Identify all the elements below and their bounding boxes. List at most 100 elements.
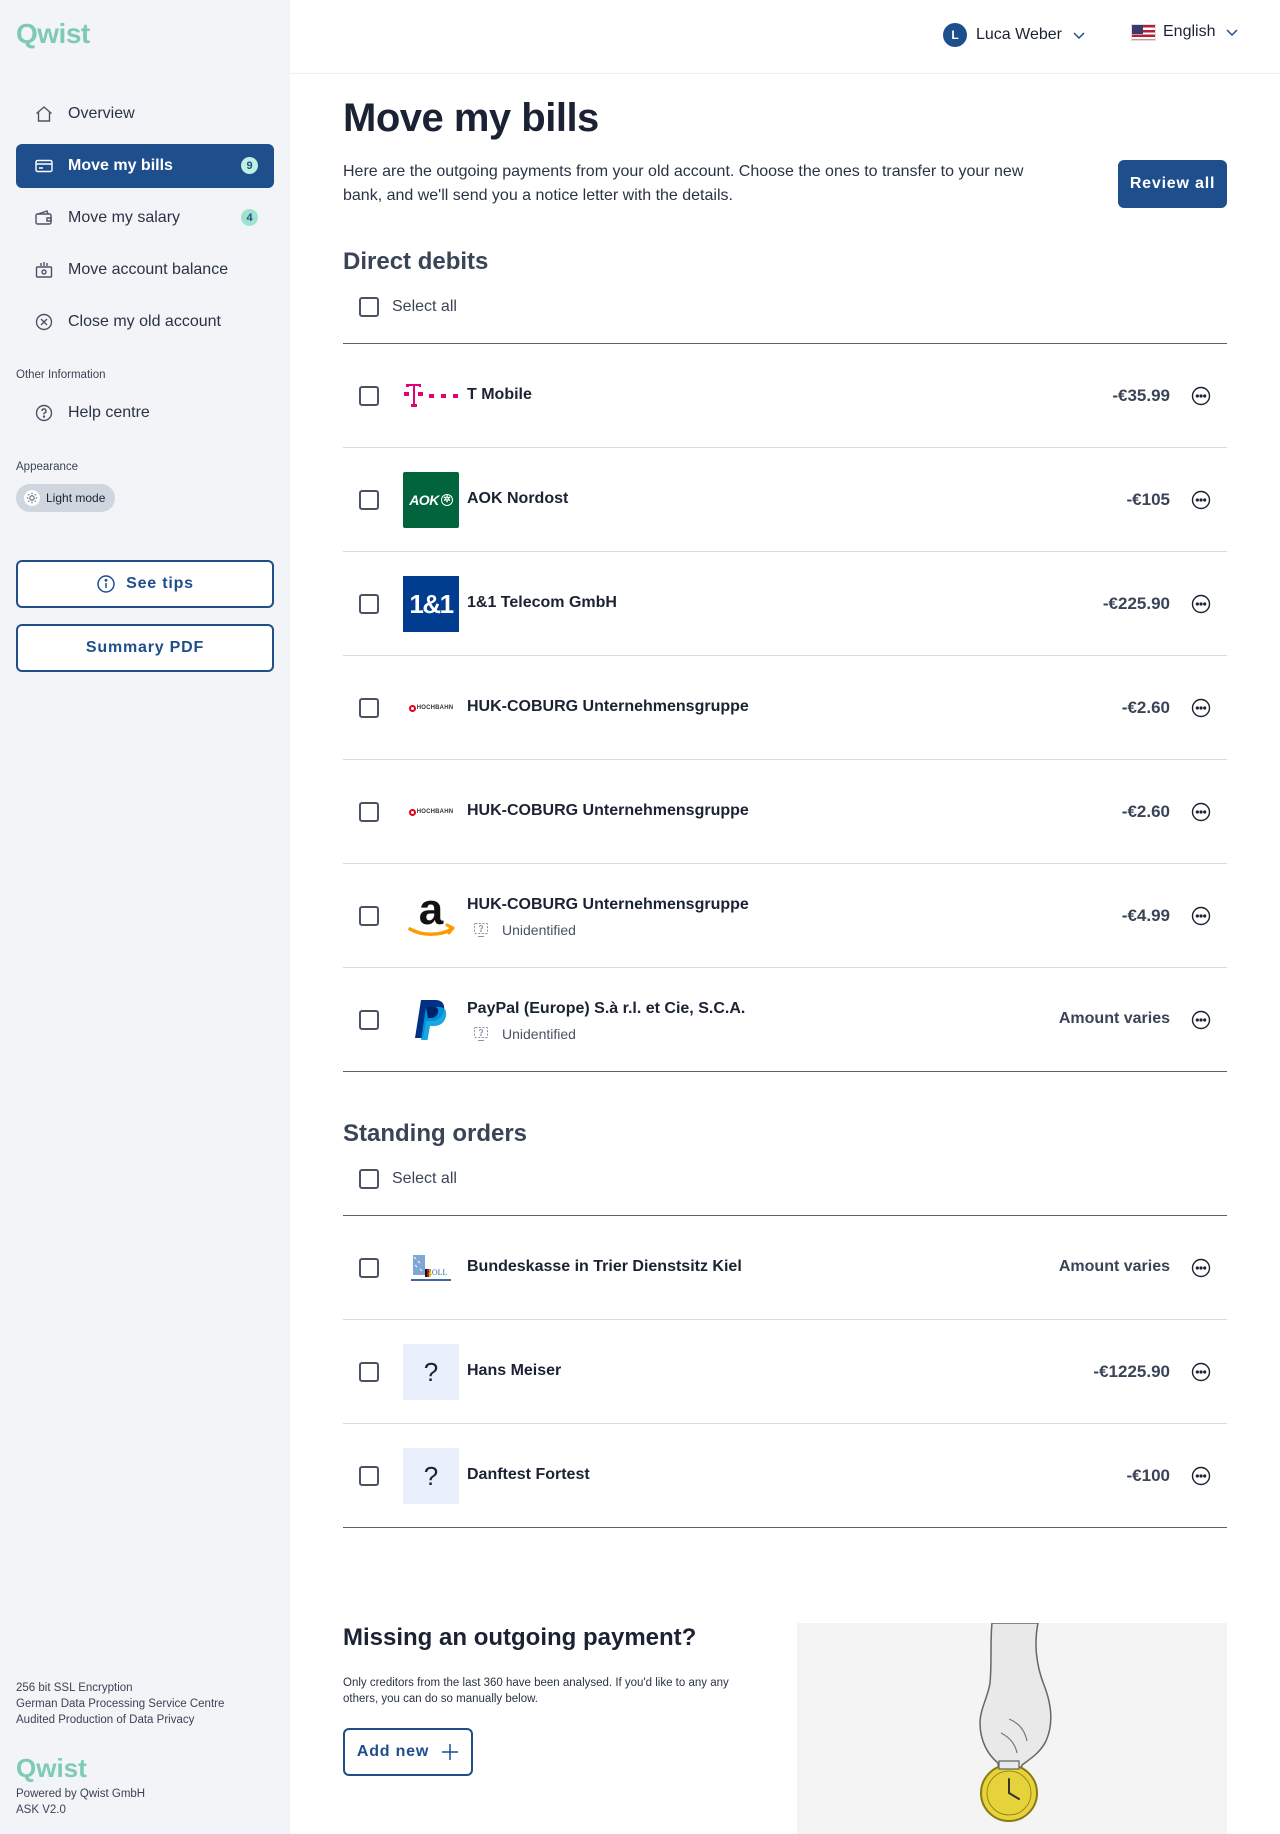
more-options-icon[interactable]: [1191, 1010, 1211, 1030]
user-menu[interactable]: L Luca Weber: [943, 23, 1086, 47]
more-options-icon[interactable]: [1191, 490, 1211, 510]
checkbox[interactable]: [359, 1362, 379, 1382]
add-new-button[interactable]: Add new: [343, 1728, 473, 1776]
version: ASK V2.0: [16, 1804, 66, 1816]
user-name: Luca Weber: [976, 26, 1062, 43]
info-icon: [97, 575, 115, 593]
more-options-icon[interactable]: [1191, 1362, 1211, 1382]
checkbox[interactable]: [359, 1010, 379, 1030]
powered-by: Powered by Qwist GmbH: [16, 1788, 146, 1800]
more-options-icon[interactable]: [1191, 386, 1211, 406]
payment-row[interactable]: AOK ✲ AOK Nordost -€105: [343, 448, 1227, 552]
payment-row[interactable]: HOCHBAHN HUK-COBURG Unternehmensgruppe -…: [343, 760, 1227, 864]
more-options-icon[interactable]: [1191, 802, 1211, 822]
review-all-button[interactable]: Review all: [1118, 160, 1227, 208]
appearance-label: Appearance: [16, 461, 79, 473]
checkbox[interactable]: [359, 386, 379, 406]
unidentified-status: Unidentified: [473, 1026, 576, 1042]
sidebar-item-label: Overview: [68, 105, 135, 122]
checkbox[interactable]: [359, 1258, 379, 1278]
language-label: English: [1163, 23, 1216, 40]
sidebar-item-overview[interactable]: Overview: [16, 92, 274, 136]
sidebar-item-close-my-old-account[interactable]: Close my old account: [16, 300, 274, 344]
avatar: L: [943, 23, 967, 47]
sidebar-item-move-account-balance[interactable]: Move account balance: [16, 248, 274, 292]
sidebar-nav: Overview Move my bills 9 Move my salary …: [16, 92, 274, 352]
aok-logo: AOK ✲: [403, 472, 459, 528]
payment-row[interactable]: ZOLL Bundeskasse in Trier Dienstsitz Kie…: [343, 1216, 1227, 1320]
other-information-label: Other Information: [16, 369, 106, 381]
missing-payment-text: Only creditors from the last 360 have be…: [343, 1677, 729, 1705]
more-options-icon[interactable]: [1191, 594, 1211, 614]
plus-icon: [442, 1744, 459, 1760]
unidentified-label: Unidentified: [502, 922, 576, 938]
payee-name: PayPal (Europe) S.à r.l. et Cie, S.C.A.: [467, 1000, 746, 1017]
payment-row[interactable]: ? Hans Meiser -€1225.90: [343, 1320, 1227, 1424]
chevron-down-icon: [1073, 32, 1085, 40]
direct-debits-list: T Mobile -€35.99 AOK ✲ AOK Nordost -€105 …: [343, 344, 1227, 1072]
sidebar: Qwist Overview Move my bills 9 Move my s…: [0, 0, 290, 1834]
zoll-logo: ZOLL: [403, 1240, 459, 1296]
payment-row[interactable]: T Mobile -€35.99: [343, 344, 1227, 448]
more-options-icon[interactable]: [1191, 698, 1211, 718]
checkbox[interactable]: [359, 802, 379, 822]
zoll-logo-text: ZOLL: [427, 1268, 448, 1277]
payee-name: Hans Meiser: [467, 1362, 562, 1379]
select-all-direct-debits[interactable]: Select all: [359, 297, 457, 317]
payment-row[interactable]: ? Danftest Fortest -€100: [343, 1424, 1227, 1528]
aok-logo-text: AOK: [409, 492, 439, 508]
hochbahn-logo-text: HOCHBAHN: [416, 705, 454, 711]
wallet-icon: [34, 208, 54, 228]
select-all-standing-orders[interactable]: Select all: [359, 1169, 457, 1189]
unidentified-status: Unidentified: [473, 922, 576, 938]
payment-amount: -€2.60: [1121, 802, 1170, 821]
bank-icon: [34, 260, 54, 280]
top-bar: L Luca Weber English: [290, 0, 1280, 74]
missing-payment-title: Missing an outgoing payment?: [343, 1624, 697, 1651]
appearance-toggle[interactable]: Light mode: [16, 484, 116, 512]
unknown-payee-icon: ?: [403, 1448, 459, 1504]
checkbox[interactable]: [359, 1169, 379, 1189]
paypal-logo: [403, 992, 459, 1048]
sun-icon: [24, 490, 40, 506]
payee-name: HUK-COBURG Unternehmensgruppe: [467, 698, 749, 715]
oneandone-logo-text: 1&1: [409, 588, 454, 619]
payee-name: T Mobile: [467, 386, 532, 403]
unknown-mark: ?: [423, 1356, 439, 1387]
count-badge: 9: [241, 157, 258, 174]
count-badge: 4: [241, 209, 258, 226]
more-options-icon[interactable]: [1191, 1466, 1211, 1486]
sidebar-item-label: Move account balance: [68, 261, 229, 278]
home-icon: [34, 104, 54, 124]
payee-name: Bundeskasse in Trier Dienstsitz Kiel: [467, 1258, 742, 1275]
brand-logo[interactable]: Qwist: [16, 18, 90, 50]
sidebar-item-move-my-bills[interactable]: Move my bills 9: [16, 144, 274, 188]
tmobile-logo: [403, 368, 459, 424]
summary-pdf-button[interactable]: Summary PDF: [16, 624, 274, 672]
payment-row[interactable]: 1&1 1&1 Telecom GmbH -€225.90: [343, 552, 1227, 656]
security-line: German Data Processing Service Centre: [16, 1698, 225, 1710]
more-options-icon[interactable]: [1191, 906, 1211, 926]
payment-row[interactable]: a HUK-COBURG Unternehmensgruppe Unidenti…: [343, 864, 1227, 968]
payment-amount: -€35.99: [1112, 386, 1170, 405]
checkbox[interactable]: [359, 906, 379, 926]
chevron-down-icon: [1226, 29, 1239, 37]
unidentified-label: Unidentified: [502, 1026, 576, 1042]
checkbox[interactable]: [359, 490, 379, 510]
checkbox[interactable]: [359, 698, 379, 718]
checkbox[interactable]: [359, 1466, 379, 1486]
payment-row[interactable]: PayPal (Europe) S.à r.l. et Cie, S.C.A. …: [343, 968, 1227, 1072]
more-options-icon[interactable]: [1191, 1258, 1211, 1278]
hochbahn-logo-text: HOCHBAHN: [416, 809, 454, 815]
see-tips-button[interactable]: See tips: [16, 560, 274, 608]
standing-orders-list: ZOLL Bundeskasse in Trier Dienstsitz Kie…: [343, 1216, 1227, 1528]
sidebar-item-move-my-salary[interactable]: Move my salary 4: [16, 196, 274, 240]
sidebar-item-help-centre[interactable]: Help centre: [16, 391, 274, 435]
payment-row[interactable]: HOCHBAHN HUK-COBURG Unternehmensgruppe -…: [343, 656, 1227, 760]
sidebar-item-label: Move my bills: [68, 157, 173, 174]
checkbox[interactable]: [359, 297, 379, 317]
footer-info: Powered by Qwist GmbH ASK V2.0: [16, 1786, 145, 1818]
checkbox[interactable]: [359, 594, 379, 614]
add-new-label: Add new: [356, 1743, 430, 1760]
language-selector[interactable]: English: [1131, 23, 1239, 41]
